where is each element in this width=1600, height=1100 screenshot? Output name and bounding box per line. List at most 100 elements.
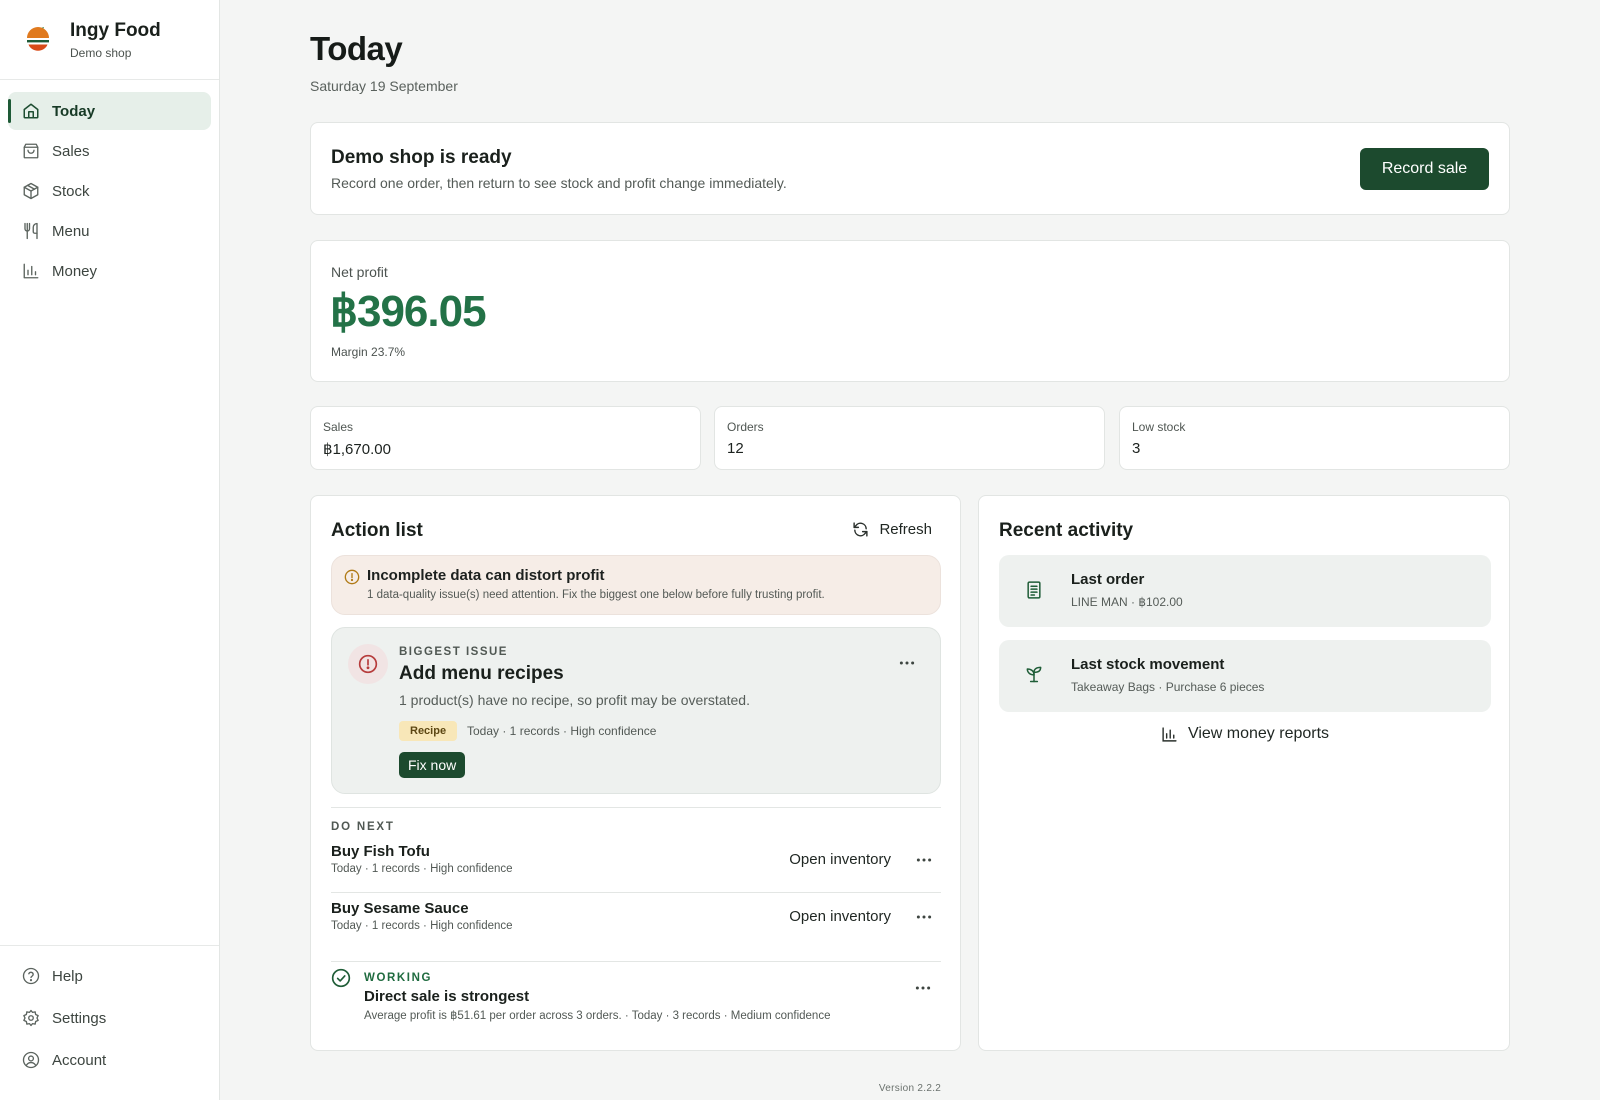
stat-label: Low stock	[1132, 420, 1186, 434]
working-meta: Average profit is ฿51.61 per order acros…	[364, 1010, 831, 1022]
net-profit-card: Net profit ฿396.05 Margin 23.7%	[310, 240, 1510, 382]
stat-card-low-stock: Low stock 3	[1119, 406, 1510, 470]
record-sale-button[interactable]: Record sale	[1360, 148, 1489, 190]
issue-title: Add menu recipes	[399, 663, 564, 684]
more-options-icon[interactable]	[915, 908, 933, 926]
stat-value: 12	[727, 440, 744, 457]
open-inventory-link[interactable]: Open inventory	[789, 908, 891, 925]
main-nav: Today Sales Stock Menu Money	[0, 80, 219, 304]
refresh-icon	[853, 522, 869, 537]
brand[interactable]: Ingy Food Demo shop	[0, 0, 219, 80]
nav-item-money[interactable]: Money	[8, 252, 211, 290]
home-icon	[23, 103, 39, 119]
gear-icon	[23, 1009, 39, 1027]
activity-item-last-order[interactable]: Last order LINE MAN · ฿102.00	[999, 555, 1491, 627]
stat-value: 3	[1132, 440, 1141, 457]
brand-subtitle: Demo shop	[70, 45, 132, 60]
stat-label: Orders	[727, 420, 764, 434]
nav-item-help[interactable]: Help	[8, 956, 211, 996]
stat-card-sales: Sales ฿1,670.00	[310, 406, 701, 470]
brand-name: Ingy Food	[70, 19, 161, 41]
do-next-label: DO NEXT	[331, 821, 395, 833]
profit-margin: Margin 23.7%	[331, 345, 406, 359]
task-meta: Today · 1 records · High confidence	[331, 920, 513, 932]
view-money-reports-link[interactable]: View money reports	[979, 725, 1511, 743]
sidebar: Ingy Food Demo shop Today Sales Stock Me…	[0, 0, 220, 1100]
issue-icon-badge	[348, 644, 388, 684]
brand-logo-icon	[27, 26, 49, 51]
box-icon	[23, 182, 39, 200]
nav-item-menu[interactable]: Menu	[8, 212, 211, 250]
divider	[331, 961, 941, 962]
utensils-icon	[24, 222, 38, 240]
nav-item-account[interactable]: Account	[8, 1040, 211, 1080]
data-quality-warning: Incomplete data can distort profit 1 dat…	[331, 555, 941, 615]
alert-circle-icon	[358, 654, 378, 674]
check-circle-icon	[331, 968, 351, 988]
biggest-issue-card: BIGGEST ISSUE Add menu recipes 1 product…	[331, 627, 941, 794]
working-kicker: WORKING	[364, 972, 433, 984]
bar-chart-icon	[23, 263, 39, 279]
receipt-icon	[1027, 581, 1041, 599]
ready-banner: Demo shop is ready Record one order, the…	[310, 122, 1510, 215]
recent-activity-title: Recent activity	[999, 520, 1134, 541]
refresh-label: Refresh	[879, 521, 932, 538]
action-list-card: Action list Refresh Incomplete data can …	[310, 495, 961, 1051]
task-item-fish-tofu: Buy Fish Tofu Today · 1 records · High c…	[331, 843, 941, 883]
user-icon	[22, 1051, 40, 1069]
alert-circle-icon	[344, 569, 360, 585]
divider	[331, 892, 941, 893]
ready-title: Demo shop is ready	[331, 147, 512, 168]
activity-title: Last order	[1071, 571, 1145, 588]
help-icon	[22, 967, 40, 985]
activity-title: Last stock movement	[1071, 656, 1225, 673]
open-inventory-link[interactable]: Open inventory	[789, 851, 891, 868]
issue-text: 1 product(s) have no recipe, so profit m…	[399, 692, 750, 708]
nav-item-label: Account	[52, 1051, 107, 1069]
more-options-icon[interactable]	[915, 851, 933, 869]
warning-title: Incomplete data can distort profit	[367, 567, 605, 584]
page-date: Saturday 19 September	[310, 78, 458, 94]
task-title: Buy Sesame Sauce	[331, 900, 469, 917]
nav-item-label: Settings	[52, 1009, 107, 1027]
more-options-icon[interactable]	[914, 979, 932, 997]
nav-item-today[interactable]: Today	[8, 92, 211, 130]
task-meta: Today · 1 records · High confidence	[331, 863, 513, 875]
sprout-icon	[1026, 666, 1042, 683]
action-list-title: Action list	[331, 520, 423, 541]
nav-item-settings[interactable]: Settings	[8, 998, 211, 1038]
nav-item-label: Money	[52, 262, 98, 280]
recent-activity-card: Recent activity Last order LINE MAN · ฿1…	[978, 495, 1510, 1051]
refresh-button[interactable]: Refresh	[852, 521, 932, 538]
working-title: Direct sale is strongest	[364, 988, 530, 1005]
warning-text: 1 data-quality issue(s) need attention. …	[367, 589, 825, 601]
ready-text: Record one order, then return to see sto…	[331, 175, 787, 191]
nav-item-sales[interactable]: Sales	[8, 132, 211, 170]
issue-meta: Today · 1 records · High confidence	[467, 724, 657, 738]
secondary-nav: Help Settings Account	[0, 945, 219, 1100]
activity-item-last-stock-movement[interactable]: Last stock movement Takeaway Bags · Purc…	[999, 640, 1491, 712]
bag-icon	[23, 143, 39, 159]
nav-item-label: Menu	[52, 222, 90, 240]
stat-value: ฿1,670.00	[323, 441, 391, 458]
net-profit-value: ฿396.05	[330, 287, 487, 336]
page-title: Today	[310, 30, 403, 67]
fix-now-button[interactable]: Fix now	[399, 752, 466, 778]
nav-item-label: Stock	[52, 182, 90, 200]
task-title: Buy Fish Tofu	[331, 843, 430, 860]
nav-item-stock[interactable]: Stock	[8, 172, 211, 210]
task-item-sesame-sauce: Buy Sesame Sauce Today · 1 records · Hig…	[331, 900, 941, 940]
net-profit-label: Net profit	[331, 264, 388, 280]
issue-kicker: BIGGEST ISSUE	[399, 646, 508, 658]
stat-card-orders: Orders 12	[714, 406, 1105, 470]
bar-chart-icon	[1162, 726, 1177, 742]
more-options-icon[interactable]	[898, 654, 916, 672]
issue-tag: Recipe	[399, 721, 458, 741]
stat-label: Sales	[323, 420, 354, 434]
nav-item-label: Sales	[52, 142, 90, 160]
activity-meta: Takeaway Bags · Purchase 6 pieces	[1071, 680, 1265, 694]
view-money-reports-label: View money reports	[1187, 725, 1330, 742]
nav-item-label: Help	[52, 967, 83, 985]
activity-meta: LINE MAN · ฿102.00	[1071, 595, 1183, 609]
nav-item-label: Today	[52, 102, 96, 120]
